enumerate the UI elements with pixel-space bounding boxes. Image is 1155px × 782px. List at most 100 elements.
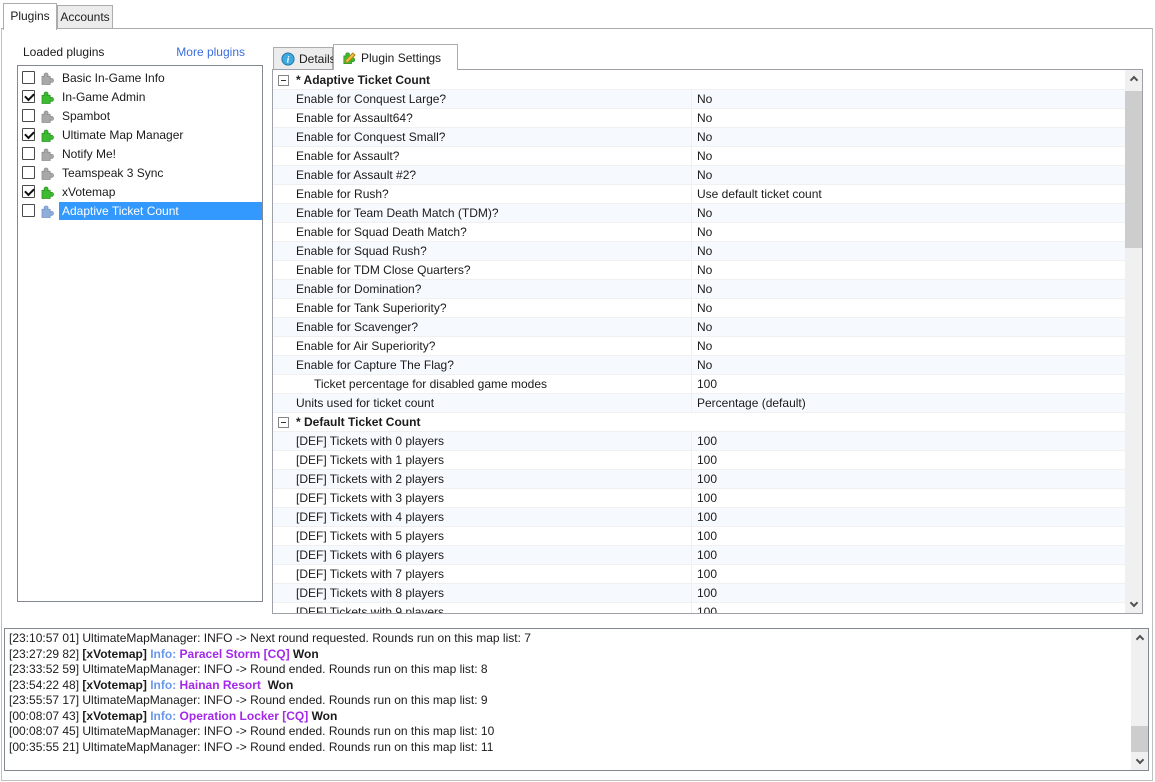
setting-row[interactable]: Enable for Tank Superiority?No <box>273 299 1125 318</box>
more-plugins-link[interactable]: More plugins <box>152 45 245 59</box>
plugin-list-item[interactable]: Teamspeak 3 Sync <box>18 163 262 182</box>
plugin-checkbox[interactable] <box>22 71 35 84</box>
setting-value[interactable]: 100 <box>691 508 1125 526</box>
plugin-list-item[interactable]: Adaptive Ticket Count <box>18 201 262 220</box>
plugin-name: Spambot <box>59 107 113 125</box>
log-segment: [00:35:55 21] UltimateMapManager: INFO -… <box>9 740 493 754</box>
setting-value[interactable]: 100 <box>691 375 1125 393</box>
plugin-list-item[interactable]: xVotemap <box>18 182 262 201</box>
minus-glyph <box>281 422 286 423</box>
plugin-checkbox[interactable] <box>22 166 35 179</box>
setting-value[interactable]: No <box>691 204 1125 222</box>
collapse-icon[interactable] <box>278 75 289 86</box>
plugin-checkbox[interactable] <box>22 128 35 141</box>
setting-row[interactable]: Enable for TDM Close Quarters?No <box>273 261 1125 280</box>
scrollbar-thumb[interactable] <box>1125 91 1142 248</box>
log-line: [23:33:52 59] UltimateMapManager: INFO -… <box>9 662 1131 678</box>
setting-value[interactable]: No <box>691 299 1125 317</box>
setting-row[interactable]: Enable for Rush?Use default ticket count <box>273 185 1125 204</box>
setting-row[interactable]: Enable for Assault64?No <box>273 109 1125 128</box>
setting-row[interactable]: Enable for Conquest Large?No <box>273 90 1125 109</box>
plugin-list-item[interactable]: Basic In-Game Info <box>18 68 262 87</box>
setting-row[interactable]: Enable for Conquest Small?No <box>273 128 1125 147</box>
log-line: [00:08:07 43] [xVotemap] Info: Operation… <box>9 709 1131 725</box>
setting-row[interactable]: Enable for Squad Rush?No <box>273 242 1125 261</box>
setting-value[interactable]: Use default ticket count <box>691 185 1125 203</box>
setting-value[interactable]: No <box>691 337 1125 355</box>
plugin-checkbox[interactable] <box>22 147 35 160</box>
setting-value[interactable]: No <box>691 242 1125 260</box>
setting-value[interactable]: 100 <box>691 432 1125 450</box>
setting-row[interactable]: [DEF] Tickets with 3 players100 <box>273 489 1125 508</box>
settings-section-header[interactable]: * Adaptive Ticket Count <box>273 71 1125 90</box>
scroll-down-button[interactable] <box>1125 596 1142 613</box>
scroll-up-button[interactable] <box>1125 70 1142 87</box>
setting-value[interactable]: No <box>691 280 1125 298</box>
setting-row[interactable]: [DEF] Tickets with 1 players100 <box>273 451 1125 470</box>
plugin-checkbox[interactable] <box>22 90 35 103</box>
setting-value[interactable]: No <box>691 109 1125 127</box>
setting-value[interactable]: No <box>691 166 1125 184</box>
setting-name: Enable for Conquest Small? <box>273 128 691 146</box>
log-scrollbar-thumb[interactable] <box>1131 726 1148 752</box>
setting-value[interactable]: No <box>691 318 1125 336</box>
plugin-list-item[interactable]: In-Game Admin <box>18 87 262 106</box>
setting-value[interactable]: No <box>691 261 1125 279</box>
setting-row[interactable]: Units used for ticket countPercentage (d… <box>273 394 1125 413</box>
setting-value[interactable]: No <box>691 223 1125 241</box>
setting-value[interactable]: 100 <box>691 584 1125 602</box>
setting-row[interactable]: Enable for Air Superiority?No <box>273 337 1125 356</box>
collapse-icon[interactable] <box>278 417 289 428</box>
tab-accounts[interactable]: Accounts <box>57 5 113 29</box>
tab-plugins[interactable]: Plugins <box>3 3 57 30</box>
plugin-checkbox[interactable] <box>22 185 35 198</box>
setting-row[interactable]: Enable for Squad Death Match?No <box>273 223 1125 242</box>
setting-row[interactable]: Enable for Capture The Flag?No <box>273 356 1125 375</box>
plugin-checkbox[interactable] <box>22 109 35 122</box>
log-scroll-down-button[interactable] <box>1131 753 1148 770</box>
setting-row[interactable]: Enable for Team Death Match (TDM)?No <box>273 204 1125 223</box>
settings-scrollbar[interactable] <box>1125 70 1142 613</box>
setting-value[interactable]: 100 <box>691 603 1125 613</box>
settings-section-header[interactable]: * Default Ticket Count <box>273 413 1125 432</box>
setting-value[interactable]: No <box>691 147 1125 165</box>
setting-row[interactable]: [DEF] Tickets with 7 players100 <box>273 565 1125 584</box>
minus-glyph <box>281 80 286 81</box>
setting-name: [DEF] Tickets with 7 players <box>273 565 691 583</box>
setting-value[interactable]: 100 <box>691 489 1125 507</box>
plugin-list-item[interactable]: Ultimate Map Manager <box>18 125 262 144</box>
setting-value[interactable]: Percentage (default) <box>691 394 1125 412</box>
setting-row[interactable]: [DEF] Tickets with 8 players100 <box>273 584 1125 603</box>
log-scrollbar[interactable] <box>1131 629 1148 770</box>
plugin-list-item[interactable]: Notify Me! <box>18 144 262 163</box>
setting-value[interactable]: 100 <box>691 565 1125 583</box>
plugin-list-item[interactable]: Spambot <box>18 106 262 125</box>
setting-row[interactable]: Enable for Scavenger?No <box>273 318 1125 337</box>
tab-plugin-settings[interactable]: Plugin Settings <box>333 44 458 70</box>
setting-row[interactable]: Enable for Domination?No <box>273 280 1125 299</box>
setting-value[interactable]: 100 <box>691 527 1125 545</box>
setting-row[interactable]: Enable for Assault?No <box>273 147 1125 166</box>
plugin-name: Adaptive Ticket Count <box>59 202 262 220</box>
setting-row[interactable]: [DEF] Tickets with 2 players100 <box>273 470 1125 489</box>
setting-value[interactable]: 100 <box>691 451 1125 469</box>
setting-row[interactable]: [DEF] Tickets with 5 players100 <box>273 527 1125 546</box>
setting-value[interactable]: No <box>691 356 1125 374</box>
plugin-checkbox[interactable] <box>22 204 35 217</box>
setting-value[interactable]: No <box>691 128 1125 146</box>
setting-value[interactable]: 100 <box>691 546 1125 564</box>
log-scroll-up-button[interactable] <box>1131 629 1148 646</box>
setting-row[interactable]: [DEF] Tickets with 4 players100 <box>273 508 1125 527</box>
log-line: [00:35:55 21] UltimateMapManager: INFO -… <box>9 740 1131 756</box>
setting-row[interactable]: [DEF] Tickets with 9 players100 <box>273 603 1125 613</box>
setting-row[interactable]: Enable for Assault #2?No <box>273 166 1125 185</box>
plugin-puzzle-icon <box>39 203 55 219</box>
setting-row[interactable]: [DEF] Tickets with 6 players100 <box>273 546 1125 565</box>
setting-row[interactable]: [DEF] Tickets with 0 players100 <box>273 432 1125 451</box>
setting-name: Enable for Team Death Match (TDM)? <box>273 204 691 222</box>
tab-details[interactable]: i Details <box>273 47 333 69</box>
setting-row[interactable]: Ticket percentage for disabled game mode… <box>273 375 1125 394</box>
setting-value[interactable]: No <box>691 90 1125 108</box>
setting-value[interactable]: 100 <box>691 470 1125 488</box>
section-title: * Default Ticket Count <box>296 413 420 431</box>
